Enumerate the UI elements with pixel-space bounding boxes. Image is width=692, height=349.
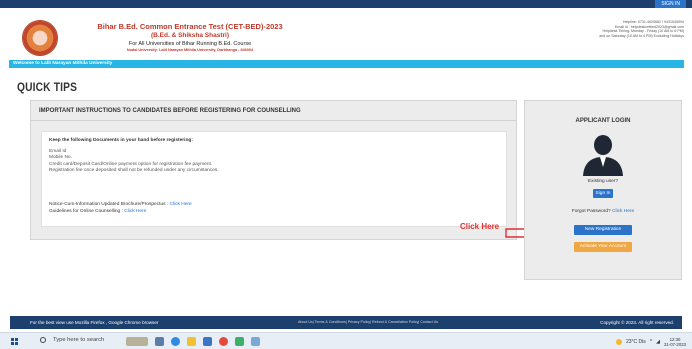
whatsapp-icon[interactable] [235,337,244,346]
taskbar-clock[interactable]: 12:30 31-07-2023 [664,337,686,347]
weather-text[interactable]: 23°C Dis [626,339,646,345]
helpline-info: Helpline: 0731-4620682 / 9431545994 Emai… [494,20,684,38]
file-explorer-icon[interactable] [187,337,196,346]
taskbar-search-input[interactable]: Type here to search [53,337,104,343]
welcome-banner: Welcome to Lalit Narayan Mithila Univers… [9,60,684,68]
edge-browser-icon[interactable] [171,337,180,346]
documents-lead: Keep the following Documents in your han… [49,138,193,143]
site-footer: For the best view use Mozilla Firefox , … [10,316,682,329]
header-course-line: For All Universities of Bihar Running B.… [128,41,252,47]
copyright: Copyright © 2023. All right reserved. [600,320,674,325]
sign-in-button[interactable]: Sign In [593,189,613,198]
top-bar [0,0,692,8]
site-header: Bihar B.Ed. Common Entrance Test (CET-BE… [0,8,692,60]
university-logo [22,20,58,56]
guidelines-link[interactable]: Click Here [124,209,146,214]
footer-links[interactable]: About Us| Terms & Conditions| Privacy Po… [298,316,438,329]
weather-icon[interactable] [616,338,622,345]
applicant-login-panel: APPLICANT LOGIN Existing user? Sign In F… [524,100,682,280]
guidelines-row: Guidelines for Online Counselling : Clic… [49,209,192,216]
header-title: Bihar B.Ed. Common Entrance Test (CET-BE… [97,22,283,31]
header-nodal-line: Nodal University: Lalit Narayan Mithila … [126,48,254,52]
existing-user-label: Existing user? [587,179,619,184]
taskbar-apps [126,336,260,347]
windows-start-icon[interactable] [11,338,18,345]
user-avatar-icon [583,135,623,176]
forgot-password-link[interactable]: Click Here [612,209,634,214]
list-item: Credit card/Deposit Card/Online payment … [49,161,213,167]
instructions-panel: IMPORTANT INSTRUCTIONS TO CANDIDATES BEF… [30,100,517,240]
notice-links: Notice-Cum-Information Updated Brochure/… [49,202,192,215]
instructions-body: Keep the following Documents in your han… [41,131,507,227]
guidelines-label: Guidelines for Online Counselling : [49,208,125,214]
documents-list: Email Id Mobile No. Credit card/Deposit … [49,149,219,174]
chrome-browser-icon[interactable] [219,337,228,346]
system-tray: 23°C Dis ^ ◢ 12:30 31-07-2023 [616,335,686,348]
instructions-heading: IMPORTANT INSTRUCTIONS TO CANDIDATES BEF… [31,101,516,121]
activate-account-button[interactable]: Activate Your Account [574,242,632,252]
quick-tips-title: QUICK TIPS [17,80,78,94]
store-icon[interactable] [203,337,212,346]
top-sign-in-button[interactable]: SIGN IN [655,0,686,8]
notice-label: Notice-Cum-Information Updated Brochure/… [49,202,170,207]
helpline-saturday: and on Saturday (10 AM to 4 PM) Excludin… [599,33,684,38]
browser-note: For the best view use Mozilla Firefox , … [30,320,159,325]
brochure-link[interactable]: Click Here [170,202,192,207]
task-view-icon[interactable] [155,337,164,346]
login-title: APPLICANT LOGIN [575,118,631,124]
network-icon[interactable]: ◢ [656,339,660,345]
click-here-annotation: Click Here [460,222,500,231]
clock-date: 31-07-2023 [664,341,686,347]
header-subtitle: (B.Ed. & Shiksha Shastri) [150,32,230,39]
os-taskbar: Type here to search 23°C Dis ^ ◢ 12:30 3… [0,332,692,349]
chevron-up-icon[interactable]: ^ [650,339,652,345]
search-icon[interactable] [40,337,46,343]
list-item: Registration fee once deposited shall no… [49,167,219,173]
forgot-password: Forgot Password? Click Here [525,209,681,214]
forgot-label: Forgot Password? [571,209,613,214]
new-registration-button[interactable]: New Registration [574,225,632,235]
photos-icon[interactable] [251,337,260,346]
news-widget-icon[interactable] [126,337,148,346]
